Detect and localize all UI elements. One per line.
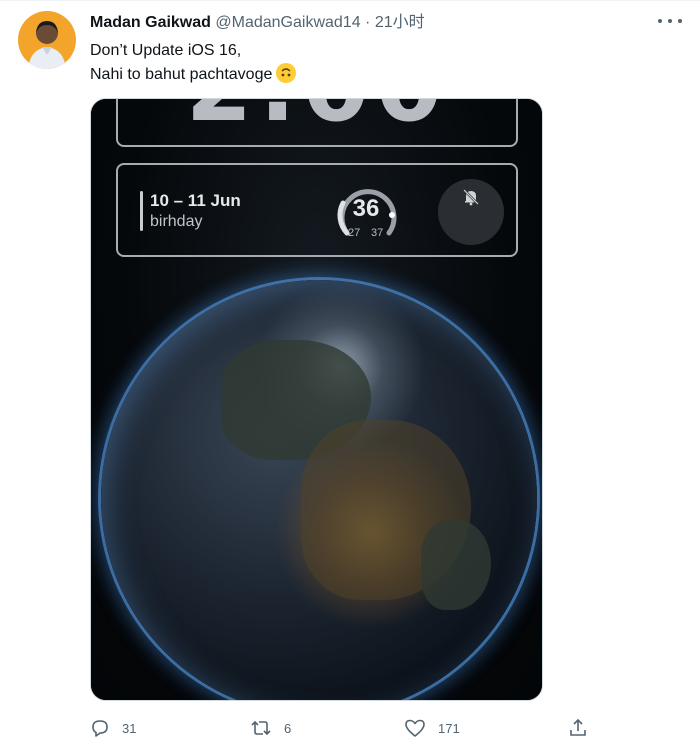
calendar-bar (140, 191, 143, 231)
earth-wallpaper (101, 280, 537, 700)
tweet-image[interactable]: 2:00 10 – 11 Jun birhday 36 27 37 (90, 98, 543, 701)
reply-button[interactable]: 31 (90, 714, 136, 742)
reply-icon (92, 720, 108, 737)
temperature-gauge: 36 27 37 (333, 179, 403, 245)
widget-row-frame: 10 – 11 Jun birhday 36 27 37 (116, 163, 518, 257)
silent-mode-widget (438, 179, 504, 245)
calendar-event: birhday (150, 213, 203, 230)
retweet-button[interactable]: 6 (250, 714, 291, 742)
share-icon (570, 718, 586, 736)
separator-dot: · (365, 14, 371, 31)
lockscreen-clock: 2:00 (118, 99, 516, 135)
tweet-text-line-2: Nahi to bahut pachtavoge (90, 63, 297, 87)
more-options-icon[interactable] (658, 15, 682, 27)
tweet-card[interactable]: Madan Gaikwad @MadanGaikwad14 · 21小时 Don… (0, 0, 700, 743)
reply-count: 31 (122, 720, 137, 736)
timestamp[interactable]: 21小时 (375, 14, 425, 31)
avatar[interactable] (18, 11, 76, 69)
calendar-date: 10 – 11 Jun (150, 191, 241, 210)
share-button[interactable] (568, 714, 600, 742)
temperature-high: 37 (371, 227, 384, 239)
tweet-text-line-2-text: Nahi to bahut pachtavoge (90, 66, 273, 83)
tweet-actions: 31 6 171 (90, 714, 610, 742)
clock-widget-frame: 2:00 (116, 99, 518, 147)
retweet-icon (251, 720, 271, 736)
tweet-header: Madan Gaikwad @MadanGaikwad14 · 21小时 (90, 13, 425, 33)
temperature-now: 36 (352, 195, 380, 222)
like-button[interactable]: 171 (404, 714, 460, 742)
bell-slash-icon (463, 189, 479, 206)
user-handle[interactable]: @MadanGaikwad14 (215, 14, 360, 31)
like-icon (405, 719, 425, 737)
landmass (421, 520, 491, 610)
retweet-count: 6 (284, 720, 292, 736)
upside-down-face-emoji-icon (276, 63, 297, 83)
like-count: 171 (438, 720, 460, 736)
temperature-low: 27 (348, 227, 361, 239)
tweet-text: Don’t Update iOS 16, Nahi to bahut pacht… (90, 39, 297, 87)
display-name[interactable]: Madan Gaikwad (90, 14, 211, 31)
tweet-text-line-1: Don’t Update iOS 16, (90, 42, 242, 59)
